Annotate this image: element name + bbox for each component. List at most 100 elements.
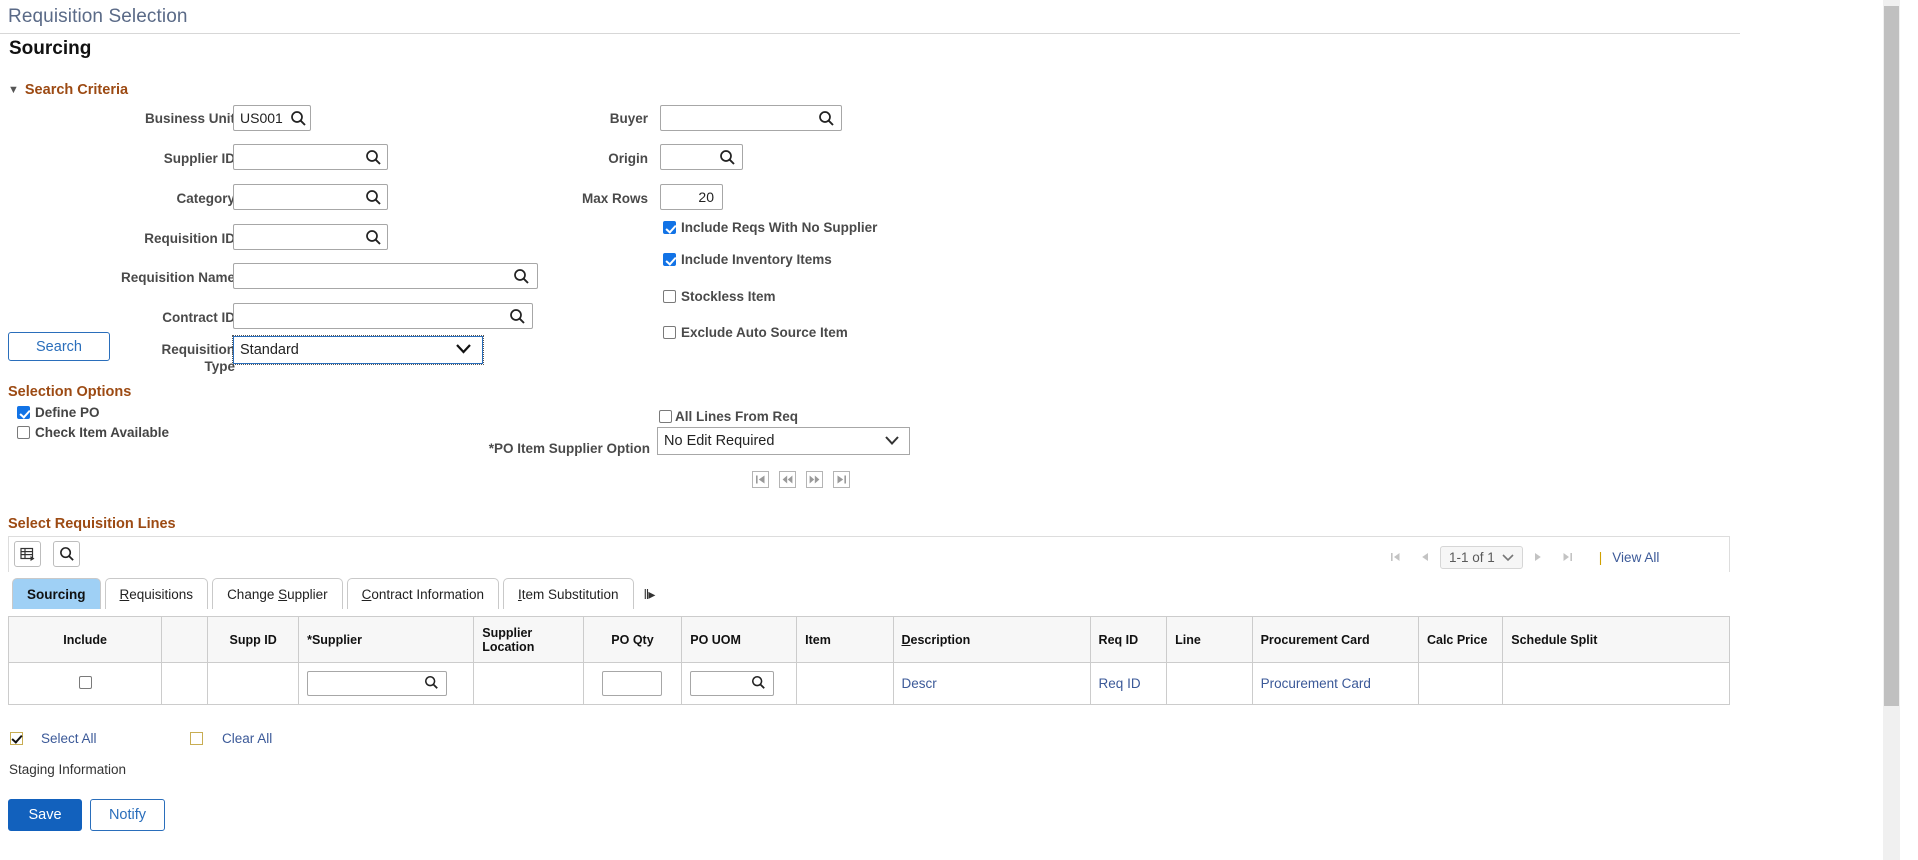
breadcrumb[interactable]: Requisition Selection [8, 6, 188, 28]
exclude-auto-source-item-label: Exclude Auto Source Item [681, 325, 848, 340]
cell-include [7, 662, 163, 705]
view-all-link[interactable]: View All [1612, 550, 1659, 565]
requisition-id-input[interactable] [233, 224, 388, 250]
column-header-item[interactable]: Item [796, 616, 894, 663]
clear-all-checkbox-icon[interactable] [190, 732, 203, 745]
pager-next-button[interactable] [1523, 551, 1553, 565]
scrollbar-thumb[interactable] [1884, 6, 1899, 706]
include-inventory-items-label: Include Inventory Items [681, 252, 832, 267]
column-header-po-uom[interactable]: PO UOM [681, 616, 798, 663]
vertical-scrollbar[interactable] [1883, 0, 1900, 860]
stockless-item-row[interactable]: Stockless Item [663, 289, 776, 304]
origin-input[interactable] [660, 144, 743, 170]
cell-po-qty [582, 662, 683, 705]
next-row-button[interactable] [806, 471, 823, 488]
selection-options-label: Selection Options [8, 384, 132, 400]
po-item-supplier-option-select[interactable]: No Edit Required [657, 427, 910, 455]
category-input[interactable] [233, 184, 388, 210]
include-reqs-no-supplier-checkbox[interactable] [663, 221, 676, 234]
cell-supp-id [207, 662, 300, 705]
column-header-supp-id[interactable]: Supp ID [207, 616, 300, 663]
first-row-button[interactable] [752, 471, 769, 488]
row-include-checkbox[interactable] [78, 675, 92, 689]
define-po-row[interactable]: Define PO [17, 405, 100, 420]
table-header-row: Include Supp ID *Supplier Supplier Locat… [7, 616, 1730, 663]
column-header-description[interactable]: Description [892, 616, 1091, 663]
row-navigation-buttons [752, 471, 850, 488]
cell-item [796, 662, 894, 705]
label-origin: Origin [608, 151, 648, 166]
tab-requisitions[interactable]: Requisitions [104, 578, 209, 609]
label-requisition-type-line1: Requisition [161, 342, 236, 357]
save-button[interactable]: Save [8, 799, 82, 831]
cell-schedule-split [1502, 662, 1730, 705]
include-inventory-items-checkbox[interactable] [663, 253, 676, 266]
pager-range-dropdown[interactable]: 1-1 of 1 [1440, 546, 1523, 569]
select-all-checkbox-icon[interactable] [10, 732, 23, 745]
select-requisition-lines-label: Select Requisition Lines [8, 516, 176, 532]
row-po-uom-input[interactable] [690, 671, 775, 696]
exclude-auto-source-item-checkbox[interactable] [663, 326, 676, 339]
column-header-procurement-card[interactable]: Procurement Card [1251, 616, 1419, 663]
last-row-button[interactable] [833, 471, 850, 488]
clear-all-link[interactable]: Clear All [222, 731, 272, 746]
column-header-supplier-location[interactable]: Supplier Location [473, 616, 584, 663]
business-unit-input[interactable] [233, 105, 311, 131]
row-po-qty-input[interactable] [602, 671, 663, 696]
column-header-req-id[interactable]: Req ID [1089, 616, 1168, 663]
tab-change-supplier[interactable]: Change Supplier [212, 578, 343, 609]
column-header-include[interactable]: Include [7, 616, 163, 663]
label-requisition-type: Requisition Type [60, 341, 236, 375]
column-header-blank [161, 616, 209, 663]
requisition-name-input[interactable] [233, 263, 538, 289]
pager-range-label: 1-1 of 1 [1449, 550, 1495, 565]
clear-all-row[interactable]: Clear All [190, 731, 272, 746]
label-category: Category [176, 191, 235, 206]
pager-previous-button[interactable] [1410, 551, 1440, 565]
grid-personalize-icon[interactable] [14, 541, 41, 567]
row-req-id-link[interactable]: Req ID [1099, 676, 1141, 691]
all-lines-from-req-checkbox[interactable] [659, 410, 672, 423]
previous-row-button[interactable] [779, 471, 796, 488]
check-item-available-row[interactable]: Check Item Available [17, 425, 169, 440]
supplier-id-input[interactable] [233, 144, 388, 170]
page-root: Requisition Selection Sourcing ▼ Search C… [0, 0, 1900, 860]
stockless-item-checkbox[interactable] [663, 290, 676, 303]
search-criteria-section-header[interactable]: ▼ Search Criteria [8, 82, 128, 98]
exclude-auto-source-item-row[interactable]: Exclude Auto Source Item [663, 325, 848, 340]
include-inventory-items-row[interactable]: Include Inventory Items [663, 252, 832, 267]
column-header-schedule-split[interactable]: Schedule Split [1502, 616, 1730, 663]
label-requisition-name: Requisition Name [120, 270, 235, 285]
include-reqs-no-supplier-row[interactable]: Include Reqs With No Supplier [663, 220, 877, 235]
tab-item-substitution[interactable]: Item Substitution [502, 578, 634, 609]
column-header-po-qty[interactable]: PO Qty [582, 616, 683, 663]
tab-contract-information[interactable]: Contract Information [346, 578, 499, 609]
notify-button[interactable]: Notify [90, 799, 165, 831]
row-procurement-card-link[interactable]: Procurement Card [1261, 676, 1371, 691]
grid-find-search-icon[interactable] [53, 541, 80, 567]
check-item-available-checkbox[interactable] [17, 426, 30, 439]
supplier-field-wrap [307, 671, 448, 696]
contract-id-input[interactable] [233, 303, 533, 329]
buyer-input[interactable] [660, 105, 842, 131]
max-rows-input[interactable] [660, 184, 723, 210]
cell-procurement-card: Procurement Card [1251, 662, 1419, 705]
requisition-type-select[interactable]: Standard [232, 335, 484, 365]
tab-overflow-icon[interactable]: ‖▸ [644, 586, 656, 609]
tab-requisitions-label: Requisitions [119, 587, 194, 602]
select-all-row[interactable]: Select All [10, 731, 97, 746]
all-lines-from-req-row[interactable]: All Lines From Req [659, 409, 798, 424]
row-description-link[interactable]: Descr [902, 676, 937, 691]
select-all-link[interactable]: Select All [41, 731, 97, 746]
row-supplier-input[interactable] [307, 671, 448, 696]
pager-last-button[interactable] [1553, 551, 1583, 565]
include-reqs-no-supplier-label: Include Reqs With No Supplier [681, 220, 878, 235]
column-header-calc-price[interactable]: Calc Price [1417, 616, 1504, 663]
define-po-checkbox[interactable] [17, 406, 30, 419]
collapse-caret-icon[interactable]: ▼ [8, 84, 19, 96]
column-header-line[interactable]: Line [1166, 616, 1253, 663]
column-header-supplier[interactable]: *Supplier [298, 616, 475, 663]
stockless-item-label: Stockless Item [681, 289, 776, 304]
pager-first-button[interactable] [1380, 551, 1410, 565]
tab-sourcing[interactable]: Sourcing [12, 578, 101, 609]
